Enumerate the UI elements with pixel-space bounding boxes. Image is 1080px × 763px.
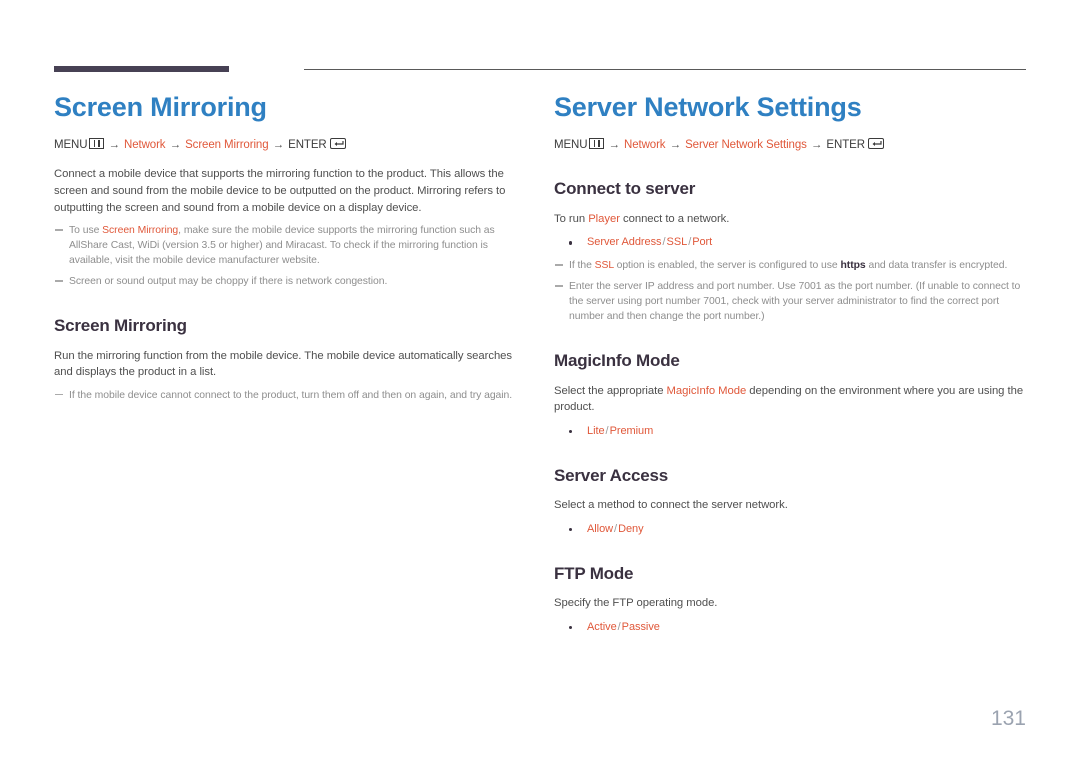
page-title-screen-mirroring: Screen Mirroring — [54, 92, 267, 122]
option-ssl[interactable]: SSL — [667, 236, 688, 248]
option-deny[interactable]: Deny — [618, 523, 644, 535]
menu-path-item-screen-mirroring[interactable]: Screen Mirroring — [185, 139, 269, 151]
note-strong-https: https — [840, 260, 866, 272]
menu-label: MENU — [554, 139, 588, 152]
enter-label: ENTER — [288, 139, 327, 152]
section-body-connect-to-server: To run Player connect to a network. — [554, 211, 1029, 228]
header-rule-thick — [54, 66, 229, 72]
option-active[interactable]: Active — [587, 621, 617, 633]
body-accent-magicinfo-mode: MagicInfo Mode — [666, 384, 747, 397]
note-item: To use Screen Mirroring, make sure the m… — [54, 224, 529, 269]
note-text-mid: option is enabled, the server is configu… — [613, 260, 841, 272]
section-heading-connect-to-server: Connect to server — [554, 179, 696, 199]
note-accent-ssl: SSL — [594, 260, 614, 272]
header-rules — [54, 66, 1026, 74]
menu-path-item-network[interactable]: Network — [124, 139, 166, 151]
section-heading-server-access: Server Access — [554, 465, 668, 485]
option-port[interactable]: Port — [692, 236, 712, 248]
option-server-address[interactable]: Server Address — [587, 236, 662, 248]
menu-path-screen-mirroring: MENU → Network → Screen Mirroring → ENTER — [54, 137, 529, 153]
option-list-ftp-mode: Active/Passive — [554, 620, 1029, 636]
option-list-server-access: Allow/Deny — [554, 522, 1029, 538]
section-body-ftp-mode: Specify the FTP operating mode. — [554, 597, 718, 610]
menu-grid-icon — [589, 138, 605, 150]
option-allow[interactable]: Allow — [587, 523, 613, 535]
option-list-magicinfo-mode: Lite/Premium — [554, 424, 1029, 440]
note-text-post: and data transfer is encrypted. — [865, 260, 1008, 272]
enter-return-icon — [329, 138, 346, 150]
menu-path-item-network[interactable]: Network — [624, 139, 666, 151]
note-text: Enter the server IP address and port num… — [569, 281, 1021, 323]
option-premium[interactable]: Premium — [610, 425, 654, 437]
page-title-server-network-settings: Server Network Settings — [554, 92, 862, 122]
section-body-magicinfo-mode: Select the appropriate MagicInfo Mode de… — [554, 383, 1029, 416]
body-accent-player: Player — [588, 212, 620, 225]
menu-label: MENU — [54, 139, 88, 152]
intro-paragraph: Connect a mobile device that supports th… — [54, 168, 506, 214]
enter-label: ENTER — [826, 139, 865, 152]
section-heading-magicinfo-mode: MagicInfo Mode — [554, 351, 680, 371]
menu-path-item-server-network-settings[interactable]: Server Network Settings — [685, 139, 807, 151]
section-heading-ftp-mode: FTP Mode — [554, 563, 634, 583]
note-text-pre: To use — [69, 225, 103, 237]
section-body-server-access: Select a method to connect the server ne… — [554, 499, 788, 512]
body-text-post: connect to a network. — [619, 212, 730, 225]
section-body-screen-mirroring: Run the mirroring function from the mobi… — [54, 349, 513, 379]
note-text-pre: If the — [569, 260, 595, 272]
note-item: If the SSL option is enabled, the server… — [554, 259, 1029, 274]
enter-return-icon — [867, 138, 884, 150]
manual-page: Screen Mirroring MENU → Network → Screen … — [0, 0, 1080, 763]
right-column: Server Network Settings MENU → Network → … — [554, 92, 1029, 644]
menu-path-server-network-settings: MENU → Network → Server Network Settings … — [554, 137, 1029, 153]
note-item: Screen or sound output may be choppy if … — [54, 275, 529, 290]
option-passive[interactable]: Passive — [622, 621, 660, 633]
body-text-pre: Select the appropriate — [554, 384, 667, 397]
menu-grid-icon — [89, 138, 105, 150]
body-text-pre: To run — [554, 212, 589, 225]
note-item: Enter the server IP address and port num… — [554, 280, 1029, 325]
section-heading-screen-mirroring: Screen Mirroring — [54, 316, 187, 336]
note-item: If the mobile device cannot connect to t… — [54, 389, 529, 404]
path-arrow-3: → — [810, 139, 823, 152]
note-text-pre: Screen or sound output may be choppy if … — [69, 276, 388, 288]
path-arrow-1: → — [608, 139, 620, 152]
path-arrow-2: → — [169, 139, 182, 152]
path-arrow-2: → — [669, 139, 682, 152]
option-lite[interactable]: Lite — [587, 425, 605, 437]
note-text: If the mobile device cannot connect to t… — [69, 390, 513, 402]
left-column: Screen Mirroring MENU → Network → Screen … — [54, 92, 529, 410]
path-arrow-3: → — [272, 139, 285, 152]
path-arrow-1: → — [108, 139, 120, 152]
header-rule-thin — [304, 69, 1026, 70]
page-number: 131 — [990, 707, 1026, 730]
note-accent-screen-mirroring: Screen Mirroring — [102, 225, 179, 237]
option-list-connect-to-server: Server Address/SSL/Port — [554, 235, 1029, 251]
